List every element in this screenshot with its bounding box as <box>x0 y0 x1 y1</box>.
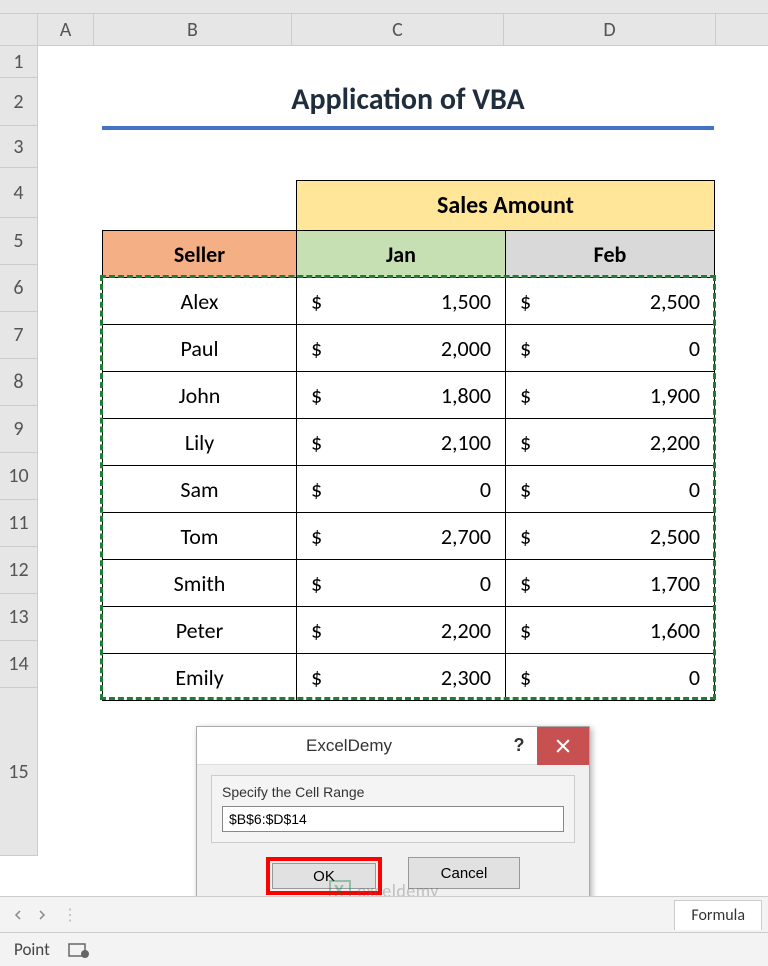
tab-nav-prev-icon[interactable] <box>10 907 26 923</box>
dialog-titlebar[interactable]: ExcelDemy ? <box>197 727 589 765</box>
seller-cell[interactable]: Tom <box>103 513 297 560</box>
feb-cell[interactable]: $0 <box>506 325 715 372</box>
feb-cell[interactable]: $1,700 <box>506 560 715 607</box>
dialog-close-button[interactable] <box>537 727 589 765</box>
ok-button-highlight: OK <box>266 857 382 895</box>
dialog-help-button[interactable]: ? <box>501 735 537 756</box>
feb-cell[interactable]: $0 <box>506 654 715 701</box>
row-header-11[interactable]: 11 <box>0 500 37 547</box>
row-header-13[interactable]: 13 <box>0 594 37 641</box>
jan-cell[interactable]: $0 <box>297 466 506 513</box>
col-header-D[interactable]: D <box>504 14 716 45</box>
select-all-corner[interactable] <box>0 14 38 45</box>
dialog-label: Specify the Cell Range <box>222 784 564 800</box>
col-header-B[interactable]: B <box>94 14 292 45</box>
feb-cell[interactable]: $0 <box>506 466 715 513</box>
row-header-8[interactable]: 8 <box>0 359 37 406</box>
seller-cell[interactable]: Sam <box>103 466 297 513</box>
sheet-tab[interactable]: Formula <box>674 900 762 930</box>
table-row: Peter$2,200$1,600 <box>103 607 715 654</box>
table-row: John$1,800$1,900 <box>103 372 715 419</box>
jan-cell[interactable]: $0 <box>297 560 506 607</box>
ok-button[interactable]: OK <box>272 863 376 889</box>
jan-cell[interactable]: $1,500 <box>297 278 506 325</box>
row-header-12[interactable]: 12 <box>0 547 37 594</box>
seller-cell[interactable]: Peter <box>103 607 297 654</box>
feb-cell[interactable]: $2,500 <box>506 278 715 325</box>
row-header-4[interactable]: 4 <box>0 168 37 218</box>
header-jan: Jan <box>297 231 506 278</box>
title-underline <box>102 126 714 130</box>
row-header-14[interactable]: 14 <box>0 641 37 688</box>
macro-record-icon[interactable] <box>68 941 90 959</box>
jan-cell[interactable]: $2,300 <box>297 654 506 701</box>
dialog-frame: Specify the Cell Range <box>211 775 575 843</box>
cancel-button[interactable]: Cancel <box>408 857 520 889</box>
col-header-A[interactable]: A <box>38 14 94 45</box>
feb-cell[interactable]: $2,500 <box>506 513 715 560</box>
row-headers: 123456789101112131415 <box>0 46 38 856</box>
row-header-5[interactable]: 5 <box>0 218 37 265</box>
table-row: Lily$2,100$2,200 <box>103 419 715 466</box>
row-header-3[interactable]: 3 <box>0 126 37 168</box>
jan-cell[interactable]: $2,000 <box>297 325 506 372</box>
table-row: Emily$2,300$0 <box>103 654 715 701</box>
seller-cell[interactable]: Alex <box>103 278 297 325</box>
header-sales-amount: Sales Amount <box>297 181 715 231</box>
seller-cell[interactable]: Lily <box>103 419 297 466</box>
table-row: Alex$1,500$2,500 <box>103 278 715 325</box>
title-cell: Application of VBA <box>102 81 714 130</box>
status-bar: Point <box>0 932 768 966</box>
input-dialog: ExcelDemy ? Specify the Cell Range OK Ca… <box>196 726 590 910</box>
table-row: Smith$0$1,700 <box>103 560 715 607</box>
feb-cell[interactable]: $2,200 <box>506 419 715 466</box>
page-title: Application of VBA <box>102 81 714 118</box>
sheet-tabs-bar: ⋮ Formula <box>0 896 768 932</box>
row-header-6[interactable]: 6 <box>0 265 37 312</box>
row-header-2[interactable]: 2 <box>0 78 37 126</box>
window-top-strip <box>0 0 768 14</box>
tab-nav-next-icon[interactable] <box>34 907 50 923</box>
table-row: Paul$2,000$0 <box>103 325 715 372</box>
row-header-15[interactable]: 15 <box>0 688 37 856</box>
jan-cell[interactable]: $2,700 <box>297 513 506 560</box>
empty-corner-cell <box>103 181 297 231</box>
column-headers: A B C D <box>0 14 768 46</box>
header-feb: Feb <box>506 231 715 278</box>
tab-separator: ⋮ <box>62 905 78 925</box>
row-header-1[interactable]: 1 <box>0 46 37 78</box>
status-mode: Point <box>14 939 50 960</box>
seller-cell[interactable]: Emily <box>103 654 297 701</box>
row-header-9[interactable]: 9 <box>0 406 37 453</box>
feb-cell[interactable]: $1,600 <box>506 607 715 654</box>
seller-cell[interactable]: John <box>103 372 297 419</box>
cell-range-input[interactable] <box>222 806 564 832</box>
header-seller: Seller <box>103 231 297 278</box>
jan-cell[interactable]: $1,800 <box>297 372 506 419</box>
dialog-title: ExcelDemy <box>197 736 501 756</box>
table-row: Tom$2,700$2,500 <box>103 513 715 560</box>
seller-cell[interactable]: Smith <box>103 560 297 607</box>
jan-cell[interactable]: $2,100 <box>297 419 506 466</box>
feb-cell[interactable]: $1,900 <box>506 372 715 419</box>
table-row: Sam$0$0 <box>103 466 715 513</box>
data-table: Sales Amount Seller Jan Feb Alex$1,500$2… <box>102 180 715 701</box>
col-header-C[interactable]: C <box>292 14 504 45</box>
jan-cell[interactable]: $2,200 <box>297 607 506 654</box>
row-header-10[interactable]: 10 <box>0 453 37 500</box>
seller-cell[interactable]: Paul <box>103 325 297 372</box>
row-header-7[interactable]: 7 <box>0 312 37 359</box>
